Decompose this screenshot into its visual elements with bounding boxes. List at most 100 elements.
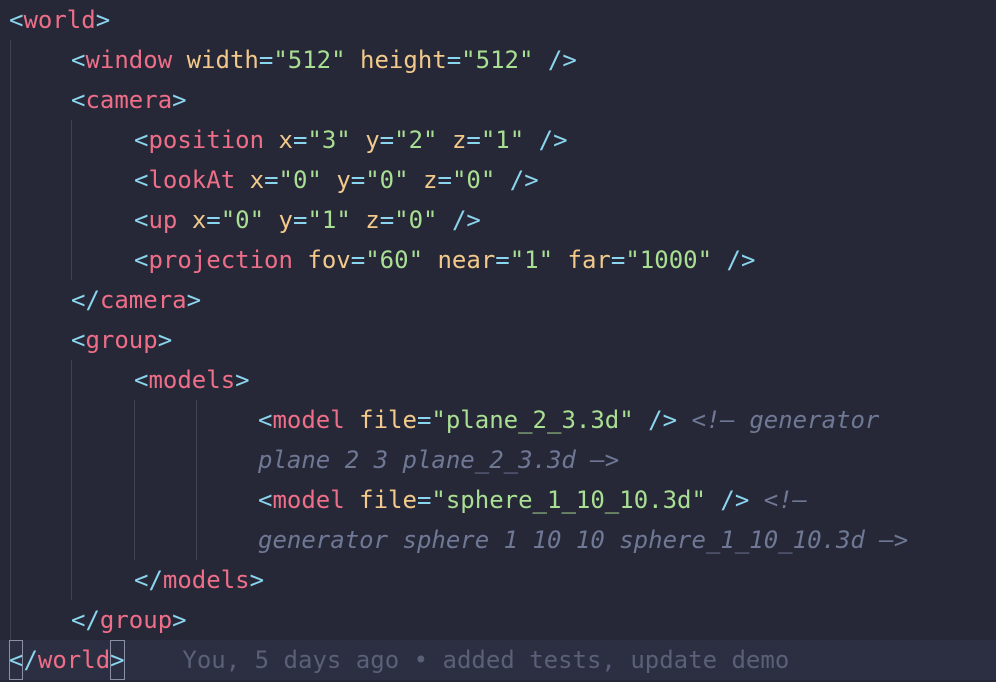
tag-bracket: < xyxy=(71,326,86,354)
attr-name: z xyxy=(423,166,438,194)
equals: = xyxy=(206,206,221,234)
tag-bracket: < xyxy=(134,366,149,394)
attr-value: "plane_2_3.3d" xyxy=(431,406,634,434)
attr-value: "60" xyxy=(365,246,424,274)
attr-name: z xyxy=(365,206,380,234)
attr-value: "1000" xyxy=(625,246,713,274)
attr-name: x xyxy=(249,166,265,194)
code-line[interactable]: <position x="3" y="2" z="1" /> xyxy=(0,120,996,160)
self-close: /> xyxy=(648,406,678,434)
code-line-wrapped[interactable]: generator sphere 1 10 10 sphere_1_10_10.… xyxy=(0,520,996,560)
tag-name: projection xyxy=(148,246,293,274)
tag-bracket: > xyxy=(172,606,187,634)
tag-bracket: < xyxy=(71,46,86,74)
attr-value: "0" xyxy=(365,166,409,194)
attr-name: y xyxy=(278,206,293,234)
attr-value: "512" xyxy=(461,46,534,74)
code-line[interactable]: <up x="0" y="1" z="0" /> xyxy=(0,200,996,240)
self-close: /> xyxy=(451,206,481,234)
code-line[interactable]: <projection fov="60" near="1" far="1000"… xyxy=(0,240,996,280)
equals: = xyxy=(416,406,432,434)
tag-name: group xyxy=(99,606,173,634)
equals: = xyxy=(495,246,510,274)
equals: = xyxy=(292,206,308,234)
matching-bracket-highlight: < xyxy=(9,640,24,680)
attr-value: "512" xyxy=(273,46,346,74)
close-tag-bracket: </ xyxy=(71,606,100,634)
attr-value: "0" xyxy=(220,206,265,234)
tag-name: models xyxy=(162,566,250,594)
attr-name: far xyxy=(567,246,611,274)
tag-bracket: > xyxy=(249,566,265,594)
comment-text: generator xyxy=(734,406,880,434)
attr-value: "sphere_1_10_10.3d" xyxy=(431,486,706,514)
tag-name: camera xyxy=(99,286,187,314)
attr-value: "2" xyxy=(394,126,438,154)
attr-value: "0" xyxy=(278,166,322,194)
attr-name: width xyxy=(186,46,259,74)
attr-name: near xyxy=(437,246,496,274)
code-editor[interactable]: <world> <window width="512" height="512"… xyxy=(0,0,996,682)
equals: = xyxy=(350,246,366,274)
comment-start: <!— xyxy=(691,406,735,434)
code-line[interactable]: <models> xyxy=(0,360,996,400)
code-line[interactable]: <lookAt x="0" y="0" z="0" /> xyxy=(0,160,996,200)
tag-bracket: < xyxy=(9,6,24,34)
tag-name: model xyxy=(272,406,345,434)
code-line[interactable]: <world> xyxy=(0,0,996,40)
tag-bracket: < xyxy=(134,126,149,154)
tag-name: lookAt xyxy=(148,166,236,194)
comment-start: <!— xyxy=(763,486,808,514)
tag-bracket: > xyxy=(95,6,111,34)
git-blame-annotation: You, 5 days ago • added tests, update de… xyxy=(182,646,790,674)
tag-name: world xyxy=(37,646,111,674)
equals: = xyxy=(446,46,462,74)
attr-value: "0" xyxy=(394,206,438,234)
tag-bracket: < xyxy=(134,206,149,234)
code-line[interactable]: <group> xyxy=(0,320,996,360)
attr-value: "1" xyxy=(509,246,554,274)
tag-name: camera xyxy=(85,86,173,114)
attr-name: file xyxy=(359,406,417,434)
code-line[interactable]: <window width="512" height="512" /> xyxy=(0,40,996,80)
tag-name: window xyxy=(85,46,173,74)
tag-bracket: < xyxy=(71,86,86,114)
attr-name: x xyxy=(191,206,207,234)
tag-name: world xyxy=(23,6,96,34)
equals: = xyxy=(379,126,395,154)
self-close: /> xyxy=(726,246,756,274)
tag-bracket: > xyxy=(186,286,202,314)
equals: = xyxy=(350,166,366,194)
current-code-line[interactable]: </world> You, 5 days ago • added tests, … xyxy=(0,640,996,680)
tag-name: model xyxy=(272,486,345,514)
equals: = xyxy=(379,206,395,234)
tag-name: position xyxy=(148,126,265,154)
tag-bracket: < xyxy=(258,406,273,434)
equals: = xyxy=(466,126,481,154)
attr-name: y xyxy=(336,166,351,194)
code-line[interactable]: </group> xyxy=(0,600,996,640)
tag-bracket: > xyxy=(235,366,250,394)
attr-value: "3" xyxy=(307,126,351,154)
self-close: /> xyxy=(720,486,750,514)
equals: = xyxy=(437,166,452,194)
tag-bracket: > xyxy=(157,326,173,354)
attr-name: y xyxy=(365,126,380,154)
code-line[interactable]: <model file="sphere_1_10_10.3d" /> <!— xyxy=(0,480,996,520)
comment-text: generator sphere 1 10 10 sphere_1_10_10.… xyxy=(258,526,865,554)
tag-name: models xyxy=(148,366,236,394)
equals: = xyxy=(416,486,432,514)
code-line[interactable]: </camera> xyxy=(0,280,996,320)
code-line[interactable]: </models> xyxy=(0,560,996,600)
close-slash: / xyxy=(23,646,38,674)
code-line[interactable]: <camera> xyxy=(0,80,996,120)
tag-name: up xyxy=(148,206,178,234)
attr-value: "0" xyxy=(451,166,496,194)
attr-name: fov xyxy=(307,246,351,274)
comment-text: plane 2 3 plane_2_3.3d xyxy=(258,446,576,474)
tag-bracket: < xyxy=(134,246,149,274)
equals: = xyxy=(610,246,626,274)
code-line-wrapped[interactable]: plane 2 3 plane_2_3.3d —> xyxy=(0,440,996,480)
code-line[interactable]: <model file="plane_2_3.3d" /> <!— genera… xyxy=(0,400,996,440)
attr-name: file xyxy=(359,486,417,514)
